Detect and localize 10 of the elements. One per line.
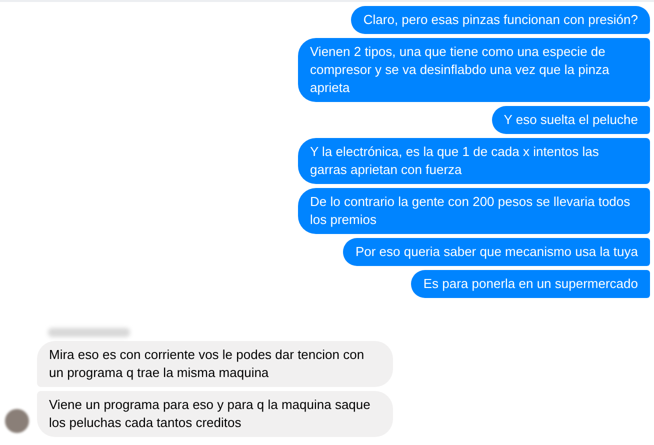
message-bubble: De lo contrario la gente con 200 pesos se llevaria todos los premios [298, 188, 650, 234]
message-bubble: Vienen 2 tipos, una que tiene como una especie de compresor y se va desinflabdo una vez que la pinza aprieta [298, 38, 650, 102]
message-bubble: Mira eso es con corriente vos le podes dar tencion con un programa q trae la misma maquina [37, 341, 393, 387]
message-bubble: Viene un programa para eso y para q la maquina saque los peluchas cada tantos creditos [37, 391, 393, 437]
message-bubble: Claro, pero esas pinzas funcionan con presión? [351, 6, 650, 34]
avatar[interactable] [5, 409, 29, 433]
message-bubble: Por eso queria saber que mecanismo usa la tuya [343, 238, 650, 266]
message-bubble: Y la electrónica, es la que 1 de cada x intentos las garras aprietan con fuerza [298, 138, 650, 184]
message-bubble: Es para ponerla en un supermercado [411, 270, 650, 298]
message-bubble: Y eso suelta el peluche [492, 106, 650, 134]
